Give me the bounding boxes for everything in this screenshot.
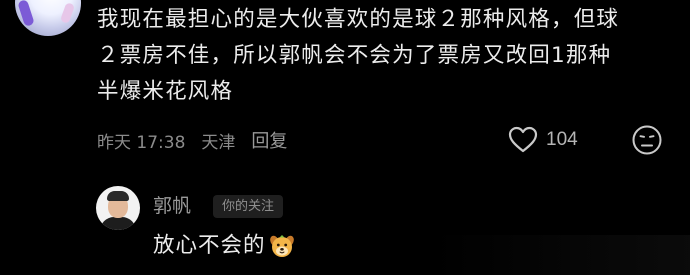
- like-count: 104: [546, 129, 578, 150]
- reply-author-avatar[interactable]: [96, 186, 140, 230]
- following-badge: 你的关注: [213, 195, 284, 218]
- avatar-hair-right: [59, 2, 76, 24]
- avatar-hair: [107, 191, 129, 201]
- comment-line: 半爆米花风格: [97, 79, 234, 104]
- dislike-face-icon[interactable]: [631, 124, 663, 156]
- comment-line: ２票房不佳，所以郭帆会不会为了票房又改回1那种: [97, 43, 612, 68]
- heart-icon: [508, 126, 538, 154]
- like-button[interactable]: 104: [508, 124, 578, 156]
- comment-line: 我现在最担心的是大伙喜欢的是球２那种风格，但球: [97, 7, 620, 32]
- reply-author-name[interactable]: 郭帆: [153, 191, 191, 218]
- avatar-hair-left: [17, 0, 35, 27]
- commenter-avatar[interactable]: [15, 0, 81, 36]
- avatar-shirt: [100, 217, 136, 230]
- dog-face-emoji-icon: [269, 233, 295, 259]
- reply-text-content: 放心不会的: [153, 233, 266, 258]
- reply-button[interactable]: 回复: [251, 127, 287, 153]
- comment-meta: 昨天 17:38 天津 回复: [97, 127, 287, 153]
- watermark-overlay: [430, 235, 690, 275]
- reply-text: 放心不会的: [153, 229, 295, 263]
- comment-time: 昨天 17:38: [97, 132, 186, 153]
- comment-text: 我现在最担心的是大伙喜欢的是球２那种风格，但球 ２票房不佳，所以郭帆会不会为了票…: [97, 2, 667, 110]
- comment-location: 天津: [201, 132, 236, 153]
